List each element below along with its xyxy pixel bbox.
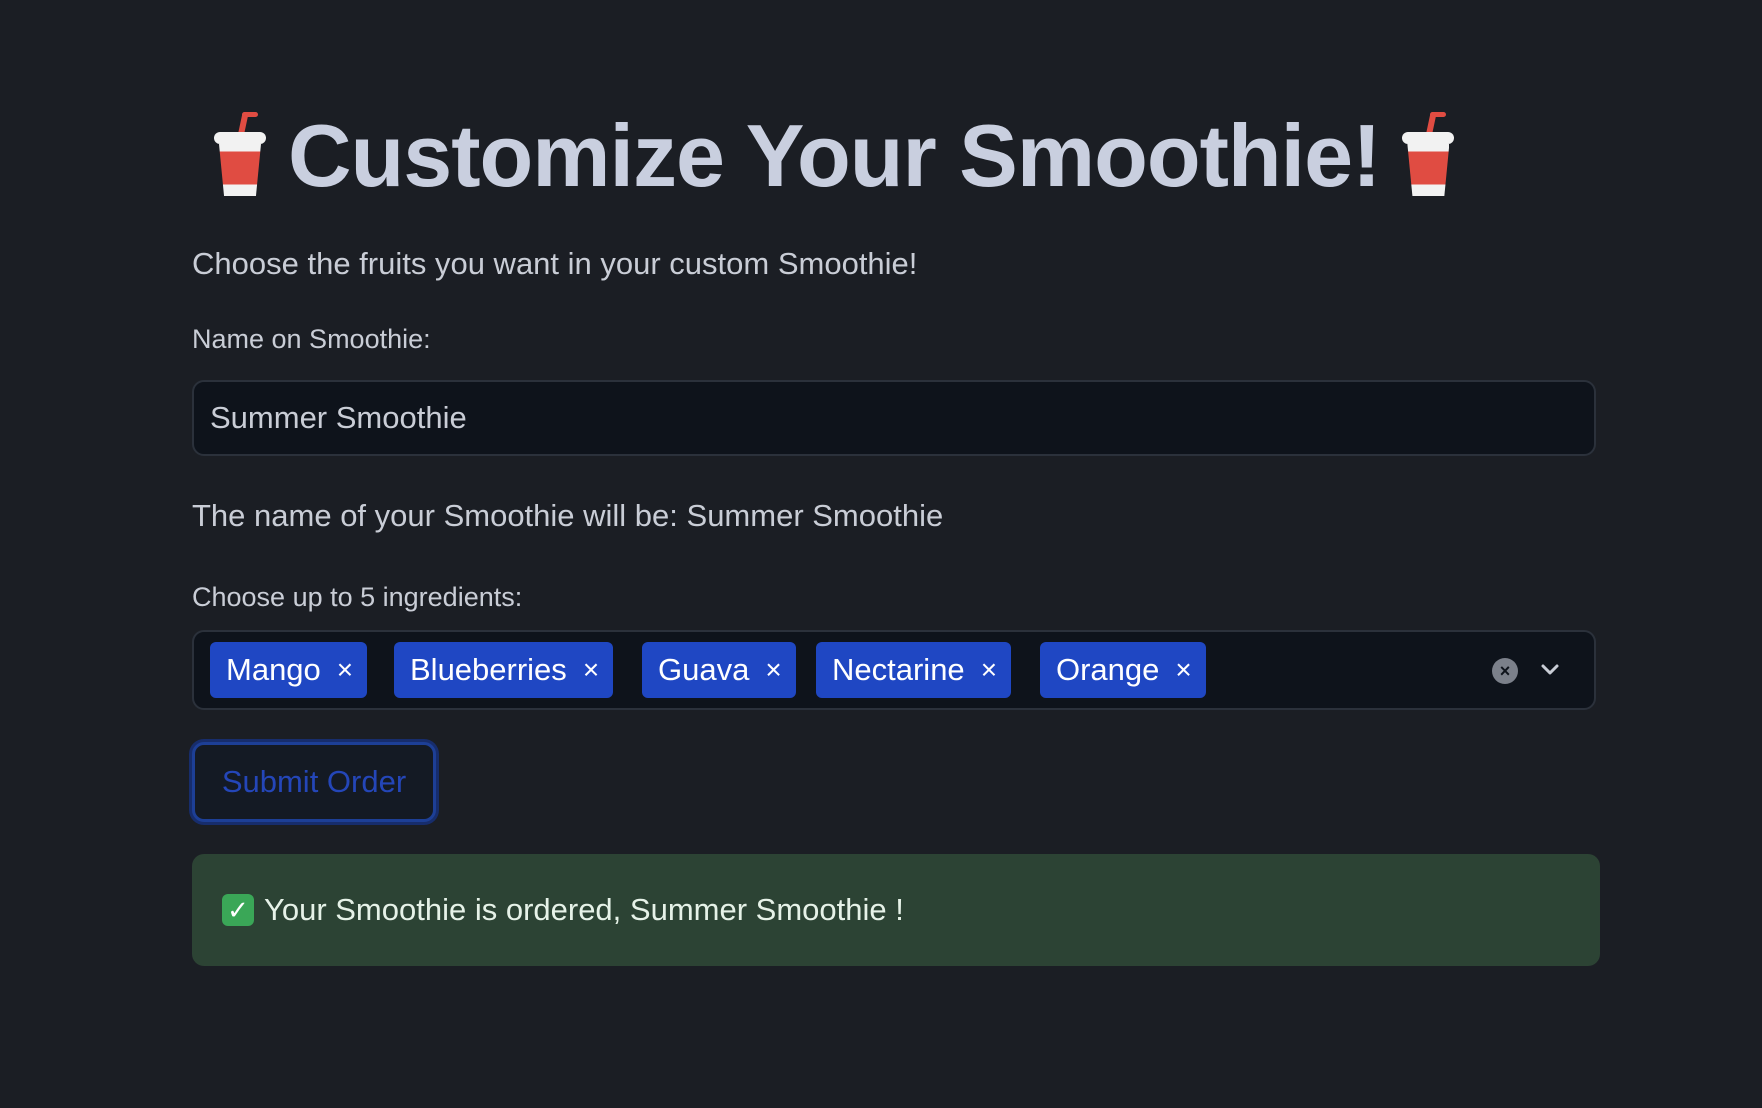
name-echo-text: The name of your Smoothie will be: Summe… (192, 498, 944, 533)
chip-label: Orange (1056, 652, 1160, 687)
name-field-label: Name on Smoothie: (192, 324, 431, 354)
ingredient-chip-mango: Mango × (210, 642, 368, 698)
chip-label: Guava (658, 652, 750, 687)
remove-chip-icon[interactable]: × (1175, 654, 1191, 686)
chip-label: Blueberries (410, 652, 567, 687)
intro-text: Choose the fruits you want in your custo… (192, 246, 918, 281)
remove-chip-icon[interactable]: × (981, 654, 997, 686)
ingredient-chip-blueberries: Blueberries × (394, 642, 614, 698)
ingredient-chip-guava: Guava × (642, 642, 796, 698)
submit-order-button[interactable]: Submit Order (192, 742, 436, 822)
success-alert: ✓ Your Smoothie is ordered, Summer Smoot… (192, 854, 1600, 966)
remove-chip-icon[interactable]: × (765, 654, 781, 686)
chip-label: Nectarine (832, 652, 965, 687)
clear-all-icon[interactable]: × (1492, 658, 1518, 684)
ingredient-chip-nectarine: Nectarine × (816, 642, 1012, 698)
cup-with-straw-icon (1400, 111, 1456, 200)
success-message: Your Smoothie is ordered, Summer Smoothi… (264, 892, 904, 927)
check-mark-icon: ✓ (222, 894, 254, 926)
cup-with-straw-icon (212, 111, 268, 200)
page-title: Customize Your Smoothie! (192, 104, 1476, 208)
ingredient-chip-orange: Orange × (1040, 642, 1206, 698)
remove-chip-icon[interactable]: × (583, 654, 599, 686)
ingredients-multiselect[interactable]: Mango × Blueberries × Guava × Nectarine … (192, 630, 1596, 710)
ingredients-label: Choose up to 5 ingredients: (192, 582, 523, 612)
page-title-text: Customize Your Smoothie! (288, 106, 1381, 205)
chevron-down-icon[interactable] (1536, 656, 1564, 684)
smoothie-name-input[interactable] (192, 380, 1596, 456)
chip-label: Mango (226, 652, 321, 687)
remove-chip-icon[interactable]: × (337, 654, 353, 686)
